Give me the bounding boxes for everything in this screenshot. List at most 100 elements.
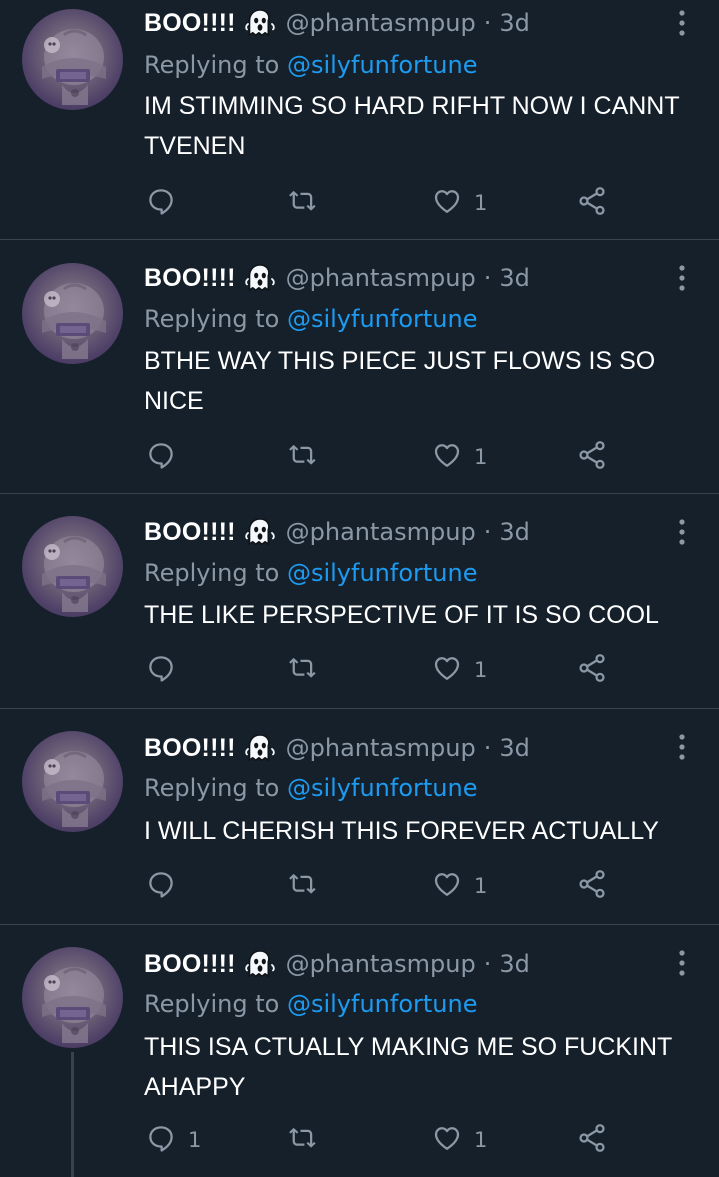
share-button[interactable] [576, 866, 608, 906]
tweet[interactable]: BOO!!!! @phantasmpup · 3d Replying to @s… [0, 0, 719, 240]
tweet-header: BOO!!!! @phantasmpup · 3d [144, 6, 530, 40]
avatar[interactable] [22, 263, 123, 364]
reply-count: 1 [188, 1128, 202, 1152]
like-button[interactable]: 1 [432, 437, 487, 477]
retweet-icon [287, 1123, 319, 1158]
more-options-icon[interactable] [672, 730, 692, 764]
reply-icon [146, 440, 176, 475]
timestamp[interactable]: 3d [499, 9, 530, 37]
reply-button[interactable] [146, 866, 188, 906]
share-icon [576, 868, 608, 905]
user-handle[interactable]: @phantasmpup [286, 734, 476, 762]
tweet-header: BOO!!!! @phantasmpup · 3d [144, 515, 530, 549]
tweet-text: I WILL CHERISH THIS FOREVER ACTUALLY [144, 817, 659, 845]
retweet-button[interactable] [287, 1120, 331, 1160]
user-handle[interactable]: @phantasmpup [286, 950, 476, 978]
tweet[interactable]: BOO!!!! @phantasmpup · 3d Replying to @s… [0, 494, 719, 709]
ghost-icon [244, 7, 276, 39]
mention-link[interactable]: @silyfunfortune [287, 51, 478, 79]
reply-button[interactable] [146, 183, 188, 223]
heart-icon [432, 440, 462, 475]
heart-icon [432, 1123, 462, 1158]
replying-to-label: Replying to [144, 774, 280, 802]
like-button[interactable]: 1 [432, 1120, 487, 1160]
like-count: 1 [474, 191, 488, 215]
avatar[interactable] [22, 947, 123, 1048]
display-name[interactable]: BOO!!!! [144, 9, 236, 38]
mention-link[interactable]: @silyfunfortune [287, 990, 478, 1018]
like-button[interactable]: 1 [432, 183, 487, 223]
mention-link[interactable]: @silyfunfortune [287, 559, 478, 587]
timestamp[interactable]: 3d [499, 734, 530, 762]
more-options-icon[interactable] [672, 6, 692, 40]
retweet-icon [287, 186, 319, 221]
tweet[interactable]: BOO!!!! @phantasmpup · 3d Replying to @s… [0, 925, 719, 1177]
like-count: 1 [474, 658, 488, 682]
ghost-icon [244, 732, 276, 764]
retweet-icon [287, 869, 319, 904]
share-icon [576, 1122, 608, 1159]
tweet-text: IM STIMMING SO HARD RIFHT NOW I CANNT TV… [144, 92, 680, 160]
share-button[interactable] [576, 183, 608, 223]
share-button[interactable] [576, 650, 608, 690]
display-name[interactable]: BOO!!!! [144, 518, 236, 547]
ghost-icon [244, 516, 276, 548]
separator: · [483, 264, 492, 292]
user-handle[interactable]: @phantasmpup [286, 518, 476, 546]
retweet-button[interactable] [287, 650, 331, 690]
like-button[interactable]: 1 [432, 866, 487, 906]
heart-icon [432, 186, 462, 221]
user-handle[interactable]: @phantasmpup [286, 9, 476, 37]
display-name[interactable]: BOO!!!! [144, 264, 236, 293]
more-options-icon[interactable] [672, 946, 692, 980]
timestamp[interactable]: 3d [499, 950, 530, 978]
share-button[interactable] [576, 1120, 608, 1160]
replying-to: Replying to @silyfunfortune [144, 990, 477, 1018]
replying-to: Replying to @silyfunfortune [144, 51, 477, 79]
mention-link[interactable]: @silyfunfortune [287, 774, 478, 802]
replying-to-label: Replying to [144, 990, 280, 1018]
more-options-icon[interactable] [672, 261, 692, 295]
tweet-text: THIS ISA CTUALLY MAKING ME SO FUCKINT AH… [144, 1033, 672, 1101]
more-options-icon[interactable] [672, 515, 692, 549]
tweet-text: BTHE WAY THIS PIECE JUST FLOWS IS SO NIC… [144, 347, 656, 415]
avatar[interactable] [22, 9, 123, 110]
separator: · [483, 9, 492, 37]
user-handle[interactable]: @phantasmpup [286, 264, 476, 292]
heart-icon [432, 653, 462, 688]
share-icon [576, 439, 608, 476]
like-count: 1 [474, 1128, 488, 1152]
replying-to-label: Replying to [144, 51, 280, 79]
timestamp[interactable]: 3d [499, 518, 530, 546]
reply-button[interactable] [146, 650, 188, 690]
like-button[interactable]: 1 [432, 650, 487, 690]
retweet-icon [287, 653, 319, 688]
reply-button[interactable] [146, 437, 188, 477]
retweet-button[interactable] [287, 866, 331, 906]
separator: · [483, 734, 492, 762]
like-count: 1 [474, 874, 488, 898]
separator: · [483, 518, 492, 546]
tweet[interactable]: BOO!!!! @phantasmpup · 3d Replying to @s… [0, 709, 719, 925]
tweet-header: BOO!!!! @phantasmpup · 3d [144, 261, 530, 295]
tweet-header: BOO!!!! @phantasmpup · 3d [144, 731, 530, 765]
replying-to-label: Replying to [144, 559, 280, 587]
timestamp[interactable]: 3d [499, 264, 530, 292]
reply-icon [146, 186, 176, 221]
share-button[interactable] [576, 437, 608, 477]
tweet[interactable]: BOO!!!! @phantasmpup · 3d Replying to @s… [0, 240, 719, 494]
share-icon [576, 652, 608, 689]
display-name[interactable]: BOO!!!! [144, 950, 236, 979]
thread-line [71, 1052, 74, 1177]
ghost-icon [244, 262, 276, 294]
reply-button[interactable]: 1 [146, 1120, 201, 1160]
retweet-button[interactable] [287, 183, 331, 223]
avatar[interactable] [22, 516, 123, 617]
heart-icon [432, 869, 462, 904]
tweet-header: BOO!!!! @phantasmpup · 3d [144, 947, 530, 981]
retweet-button[interactable] [287, 437, 331, 477]
display-name[interactable]: BOO!!!! [144, 734, 236, 763]
avatar[interactable] [22, 731, 123, 832]
reply-icon [146, 653, 176, 688]
mention-link[interactable]: @silyfunfortune [287, 305, 478, 333]
